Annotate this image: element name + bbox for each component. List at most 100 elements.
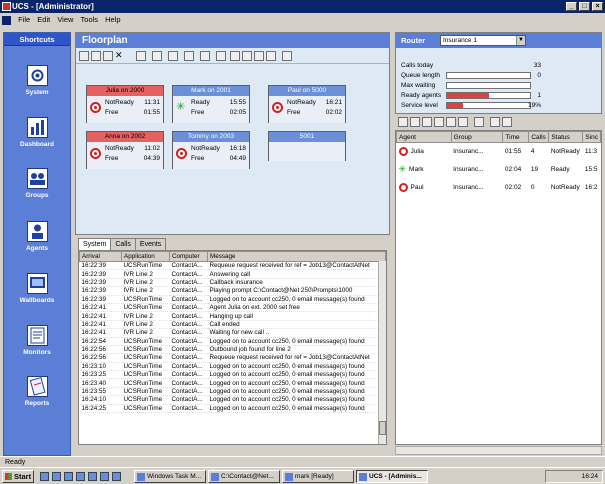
maximize-button[interactable]: □ — [579, 2, 590, 11]
router-select[interactable]: Insurance 1 ▼ — [440, 35, 526, 46]
stat-queue-length: Queue length 0 — [401, 71, 596, 80]
log-row[interactable]: 16:23:25 UCSRunTime ContactA... Logged on t… — [79, 370, 386, 380]
log-row[interactable]: 16:22:56 UCSRunTime ContactA... Outbound jo… — [79, 345, 386, 355]
logon-icon[interactable] — [422, 117, 432, 127]
quicklaunch-app-icon[interactable] — [100, 472, 109, 481]
column-header[interactable]: Arrival — [79, 251, 122, 262]
quicklaunch-app-icon[interactable] — [88, 472, 97, 481]
close-button[interactable]: × — [592, 2, 603, 11]
align-bottom-icon[interactable] — [200, 51, 210, 61]
agent-card-julia[interactable]: Julia on 2000 NotReady 11:31 Free 01:55 — [86, 85, 164, 123]
taskbar-task[interactable]: Windows Task M... — [134, 470, 206, 483]
align-top-icon[interactable] — [184, 51, 194, 61]
minimize-button[interactable]: _ — [566, 2, 577, 11]
agent-row[interactable]: Paul Insuranc... 02:02 0 NotReady 16:2 — [397, 179, 601, 197]
log-row[interactable]: 16:23:10 UCSRunTime ContactA... Logged on t… — [79, 362, 386, 372]
copy-icon[interactable] — [91, 51, 101, 61]
quicklaunch-ie-icon[interactable] — [40, 472, 49, 481]
layout-3-icon[interactable] — [254, 51, 264, 61]
align-left-icon[interactable] — [152, 51, 162, 61]
log-row[interactable]: 16:24:10 UCSRunTime ContactA... Logged on t… — [79, 395, 386, 405]
shortcut-wallboards[interactable]: Wallboards — [4, 273, 70, 304]
chevron-down-icon[interactable]: ▼ — [516, 36, 525, 45]
shortcut-groups[interactable]: Groups — [4, 168, 70, 199]
tab-events[interactable]: Events — [134, 238, 167, 250]
column-header[interactable]: Message — [207, 251, 386, 262]
agent-row[interactable]: Julia Insuranc... 01:55 4 NotReady 11:3 — [397, 143, 601, 161]
log-row[interactable]: 16:22:39 UCSRunTime ContactA... Requeue req… — [79, 261, 386, 271]
layout-4-icon[interactable] — [266, 51, 276, 61]
quicklaunch-desktop-icon[interactable] — [52, 472, 61, 481]
log-row[interactable]: 16:23:55 UCSRunTime ContactA... Logged on t… — [79, 387, 386, 397]
view-grid-icon[interactable] — [502, 117, 512, 127]
log-row[interactable]: 16:22:39 IVR Line 2 ContactA... Playing pro… — [79, 286, 386, 296]
new-icon[interactable] — [79, 51, 89, 61]
tab-system[interactable]: System — [78, 238, 112, 250]
log-row[interactable]: 16:22:39 IVR Line 2 ContactA... Callback in… — [79, 278, 386, 288]
log-row[interactable]: 16:22:41 IVR Line 2 ContactA... Hanging up … — [79, 311, 386, 321]
layout-1-icon[interactable] — [230, 51, 240, 61]
shortcut-dashboard[interactable]: Dashboard — [4, 117, 70, 148]
log-cell: ContactA... — [169, 269, 208, 279]
agent-row[interactable]: ✳ Mark Insuranc... 02:04 19 Ready 15:5 — [397, 161, 601, 179]
column-header[interactable]: Application — [121, 251, 170, 262]
ready-toggle-icon[interactable] — [398, 117, 408, 127]
notready-toggle-icon[interactable] — [410, 117, 420, 127]
column-header[interactable]: Calls — [528, 131, 550, 143]
tab-calls[interactable]: Calls — [110, 238, 136, 250]
station-card-5001[interactable]: 5001 — [268, 131, 346, 161]
card-header: Tommy on 2003 — [173, 132, 249, 142]
column-header[interactable]: Group — [450, 131, 504, 143]
start-button[interactable]: Start — [2, 470, 34, 483]
quicklaunch-app-icon[interactable] — [76, 472, 85, 481]
column-header[interactable]: Agent — [396, 131, 452, 143]
log-row[interactable]: 16:22:41 UCSRunTime ContactA... Agent Julia… — [79, 303, 386, 313]
quicklaunch-app-icon[interactable] — [112, 472, 121, 481]
column-header[interactable]: Status — [548, 131, 584, 143]
taskbar-task[interactable]: mark [Ready] — [282, 470, 354, 483]
menu-edit[interactable]: Edit — [37, 15, 50, 24]
properties-icon[interactable] — [474, 117, 484, 127]
log-cell: 16:23:25 — [79, 370, 122, 380]
layout-2-icon[interactable] — [242, 51, 252, 61]
agent-card-mark[interactable]: Mark on 2001 Ready 15:55 Free 02:05 — [172, 85, 250, 123]
quicklaunch-outlook-icon[interactable] — [64, 472, 73, 481]
log-row[interactable]: 16:22:41 IVR Line 2 ContactA... Call ended — [79, 320, 386, 330]
agent-card-paul[interactable]: Paul on 5000 NotReady 16:21 Free 02:02 — [268, 85, 346, 123]
menu-view[interactable]: View — [57, 15, 73, 24]
monitor-icon[interactable] — [446, 117, 456, 127]
log-row[interactable]: 16:22:39 IVR Line 2 ContactA... Answering c… — [79, 269, 386, 279]
menu-tools[interactable]: Tools — [81, 15, 99, 24]
paste-icon[interactable] — [103, 51, 113, 61]
log-scrollbar[interactable] — [378, 261, 386, 444]
shortcut-monitors[interactable]: Monitors — [4, 325, 70, 356]
log-row[interactable]: 16:22:56 UCSRunTime ContactA... Requeue req… — [79, 353, 386, 363]
agent-card-anna[interactable]: Anna on 2002 NotReady 11:02 Free 04:39 — [86, 131, 164, 169]
taskbar-task[interactable]: C:\Contact@Net... — [208, 470, 280, 483]
shortcut-reports[interactable]: Reports — [4, 376, 70, 407]
log-row[interactable]: 16:24:25 UCSRunTime ContactA... Logged on t… — [79, 404, 386, 414]
align-right-icon[interactable] — [168, 51, 178, 61]
delete-icon[interactable]: ✕ — [115, 51, 125, 61]
menu-file[interactable]: File — [18, 15, 30, 24]
logoff-icon[interactable] — [434, 117, 444, 127]
agent-list-hscrollbar[interactable] — [395, 446, 602, 455]
layout-5-icon[interactable] — [282, 51, 292, 61]
menu-help[interactable]: Help — [105, 15, 120, 24]
shortcut-system[interactable]: System — [4, 65, 70, 96]
shortcut-agents[interactable]: Agents — [4, 221, 70, 252]
agent-card-tommy[interactable]: Tommy on 2003 NotReady 16:18 Free 04:49 — [172, 131, 250, 169]
log-row[interactable]: 16:22:39 UCSRunTime ContactA... Logged on t… — [79, 295, 386, 304]
log-row[interactable]: 16:22:41 IVR Line 2 ContactA... Waiting for… — [79, 328, 386, 338]
taskbar-task-active[interactable]: UCS - [Adminis... — [356, 470, 428, 483]
scrollbar-thumb[interactable] — [379, 421, 386, 435]
column-header[interactable]: Computer — [169, 251, 208, 262]
log-row[interactable]: 16:23:40 UCSRunTime ContactA... Logged on t… — [79, 378, 386, 388]
view-list-icon[interactable] — [490, 117, 500, 127]
column-header[interactable]: Time — [502, 131, 530, 143]
grid-icon[interactable] — [216, 51, 226, 61]
column-header[interactable]: Sinc — [582, 131, 601, 143]
message-icon[interactable] — [458, 117, 468, 127]
log-row[interactable]: 16:22:54 UCSRunTime ContactA... Logged on t… — [79, 337, 386, 346]
properties-icon[interactable] — [136, 51, 146, 61]
